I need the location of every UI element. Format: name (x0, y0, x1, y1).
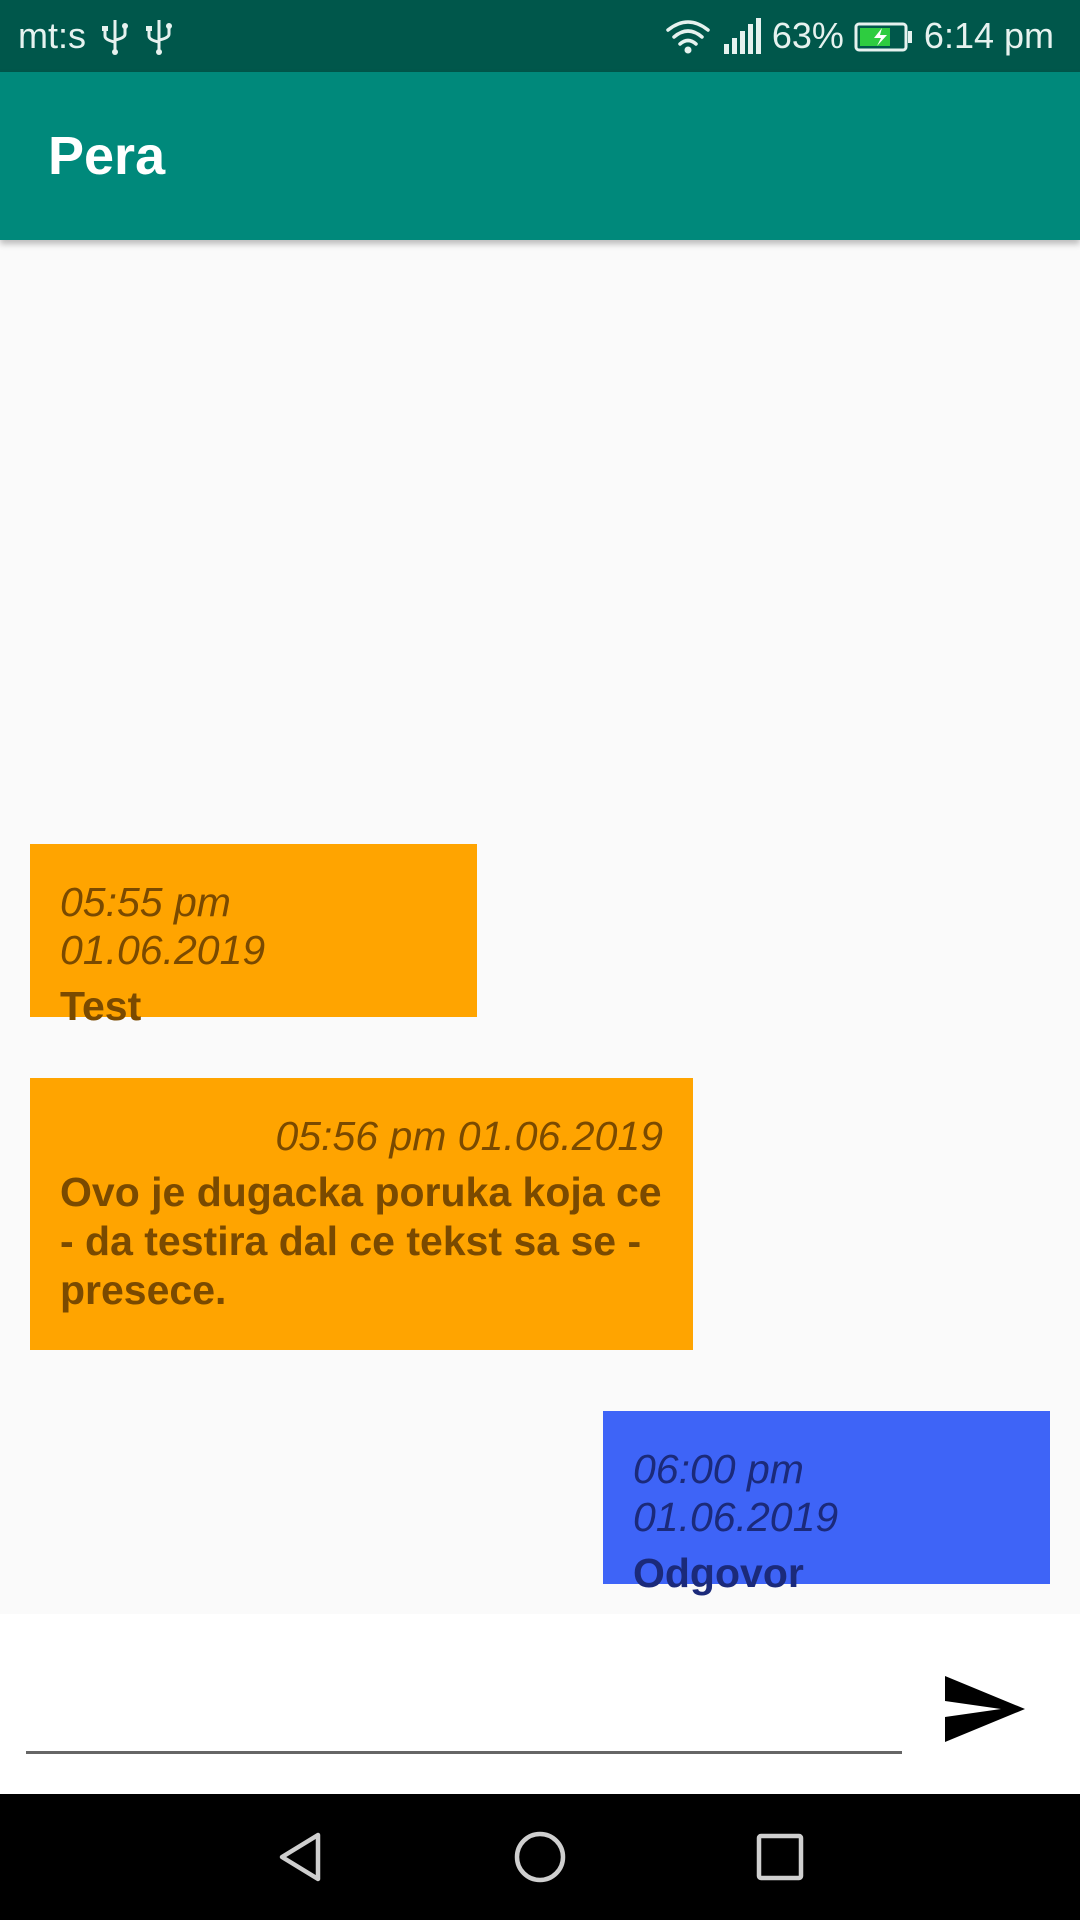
back-icon (279, 1832, 321, 1882)
message-text: Test (60, 983, 142, 1029)
message-list[interactable]: 05:55 pm 01.06.2019 Test 05:56 pm 01.06.… (0, 240, 1080, 1614)
carrier-label: mt:s (18, 15, 86, 56)
message-timestamp: 05:55 pm 01.06.2019 (60, 879, 266, 973)
message-timestamp: 06:00 pm 01.06.2019 (633, 1446, 839, 1540)
conversation-title: Pera (48, 126, 166, 186)
battery-charging-icon (854, 20, 914, 52)
status-right: 63% 6:14 pm (664, 15, 1054, 57)
message-text: Ovo je dugacka poruka koja ce - da testi… (60, 1169, 662, 1313)
usb-icon (100, 16, 130, 56)
home-icon (514, 1831, 566, 1883)
clock: 6:14 pm (923, 15, 1054, 56)
message-timestamp: 05:56 pm 01.06.2019 (275, 1113, 663, 1159)
system-nav-bar (0, 1794, 1080, 1920)
signal-icon (722, 18, 762, 54)
app-bar: Pera (0, 72, 1080, 240)
message-bubble-outgoing[interactable]: 06:00 pm 01.06.2019 Odgovor (603, 1411, 1050, 1596)
status-bar: mt:s 63% 6:14 pm (0, 0, 1080, 72)
status-left: mt:s (18, 15, 174, 57)
message-input[interactable] (26, 1674, 902, 1754)
recents-button[interactable] (735, 1812, 825, 1902)
send-icon (945, 1676, 1025, 1742)
message-bubble-incoming[interactable]: 05:55 pm 01.06.2019 Test (30, 844, 477, 1029)
wifi-icon (664, 16, 712, 56)
usb-icon (144, 16, 174, 56)
send-button[interactable] (940, 1664, 1030, 1754)
composer-bar (0, 1614, 1080, 1794)
message-bubble-incoming[interactable]: 05:56 pm 01.06.2019 Ovo je dugacka poruk… (30, 1078, 693, 1350)
back-button[interactable] (255, 1812, 345, 1902)
home-button[interactable] (495, 1812, 585, 1902)
message-text: Odgovor (633, 1550, 804, 1596)
battery-percent: 63% (771, 15, 844, 56)
recents-icon (756, 1833, 804, 1881)
